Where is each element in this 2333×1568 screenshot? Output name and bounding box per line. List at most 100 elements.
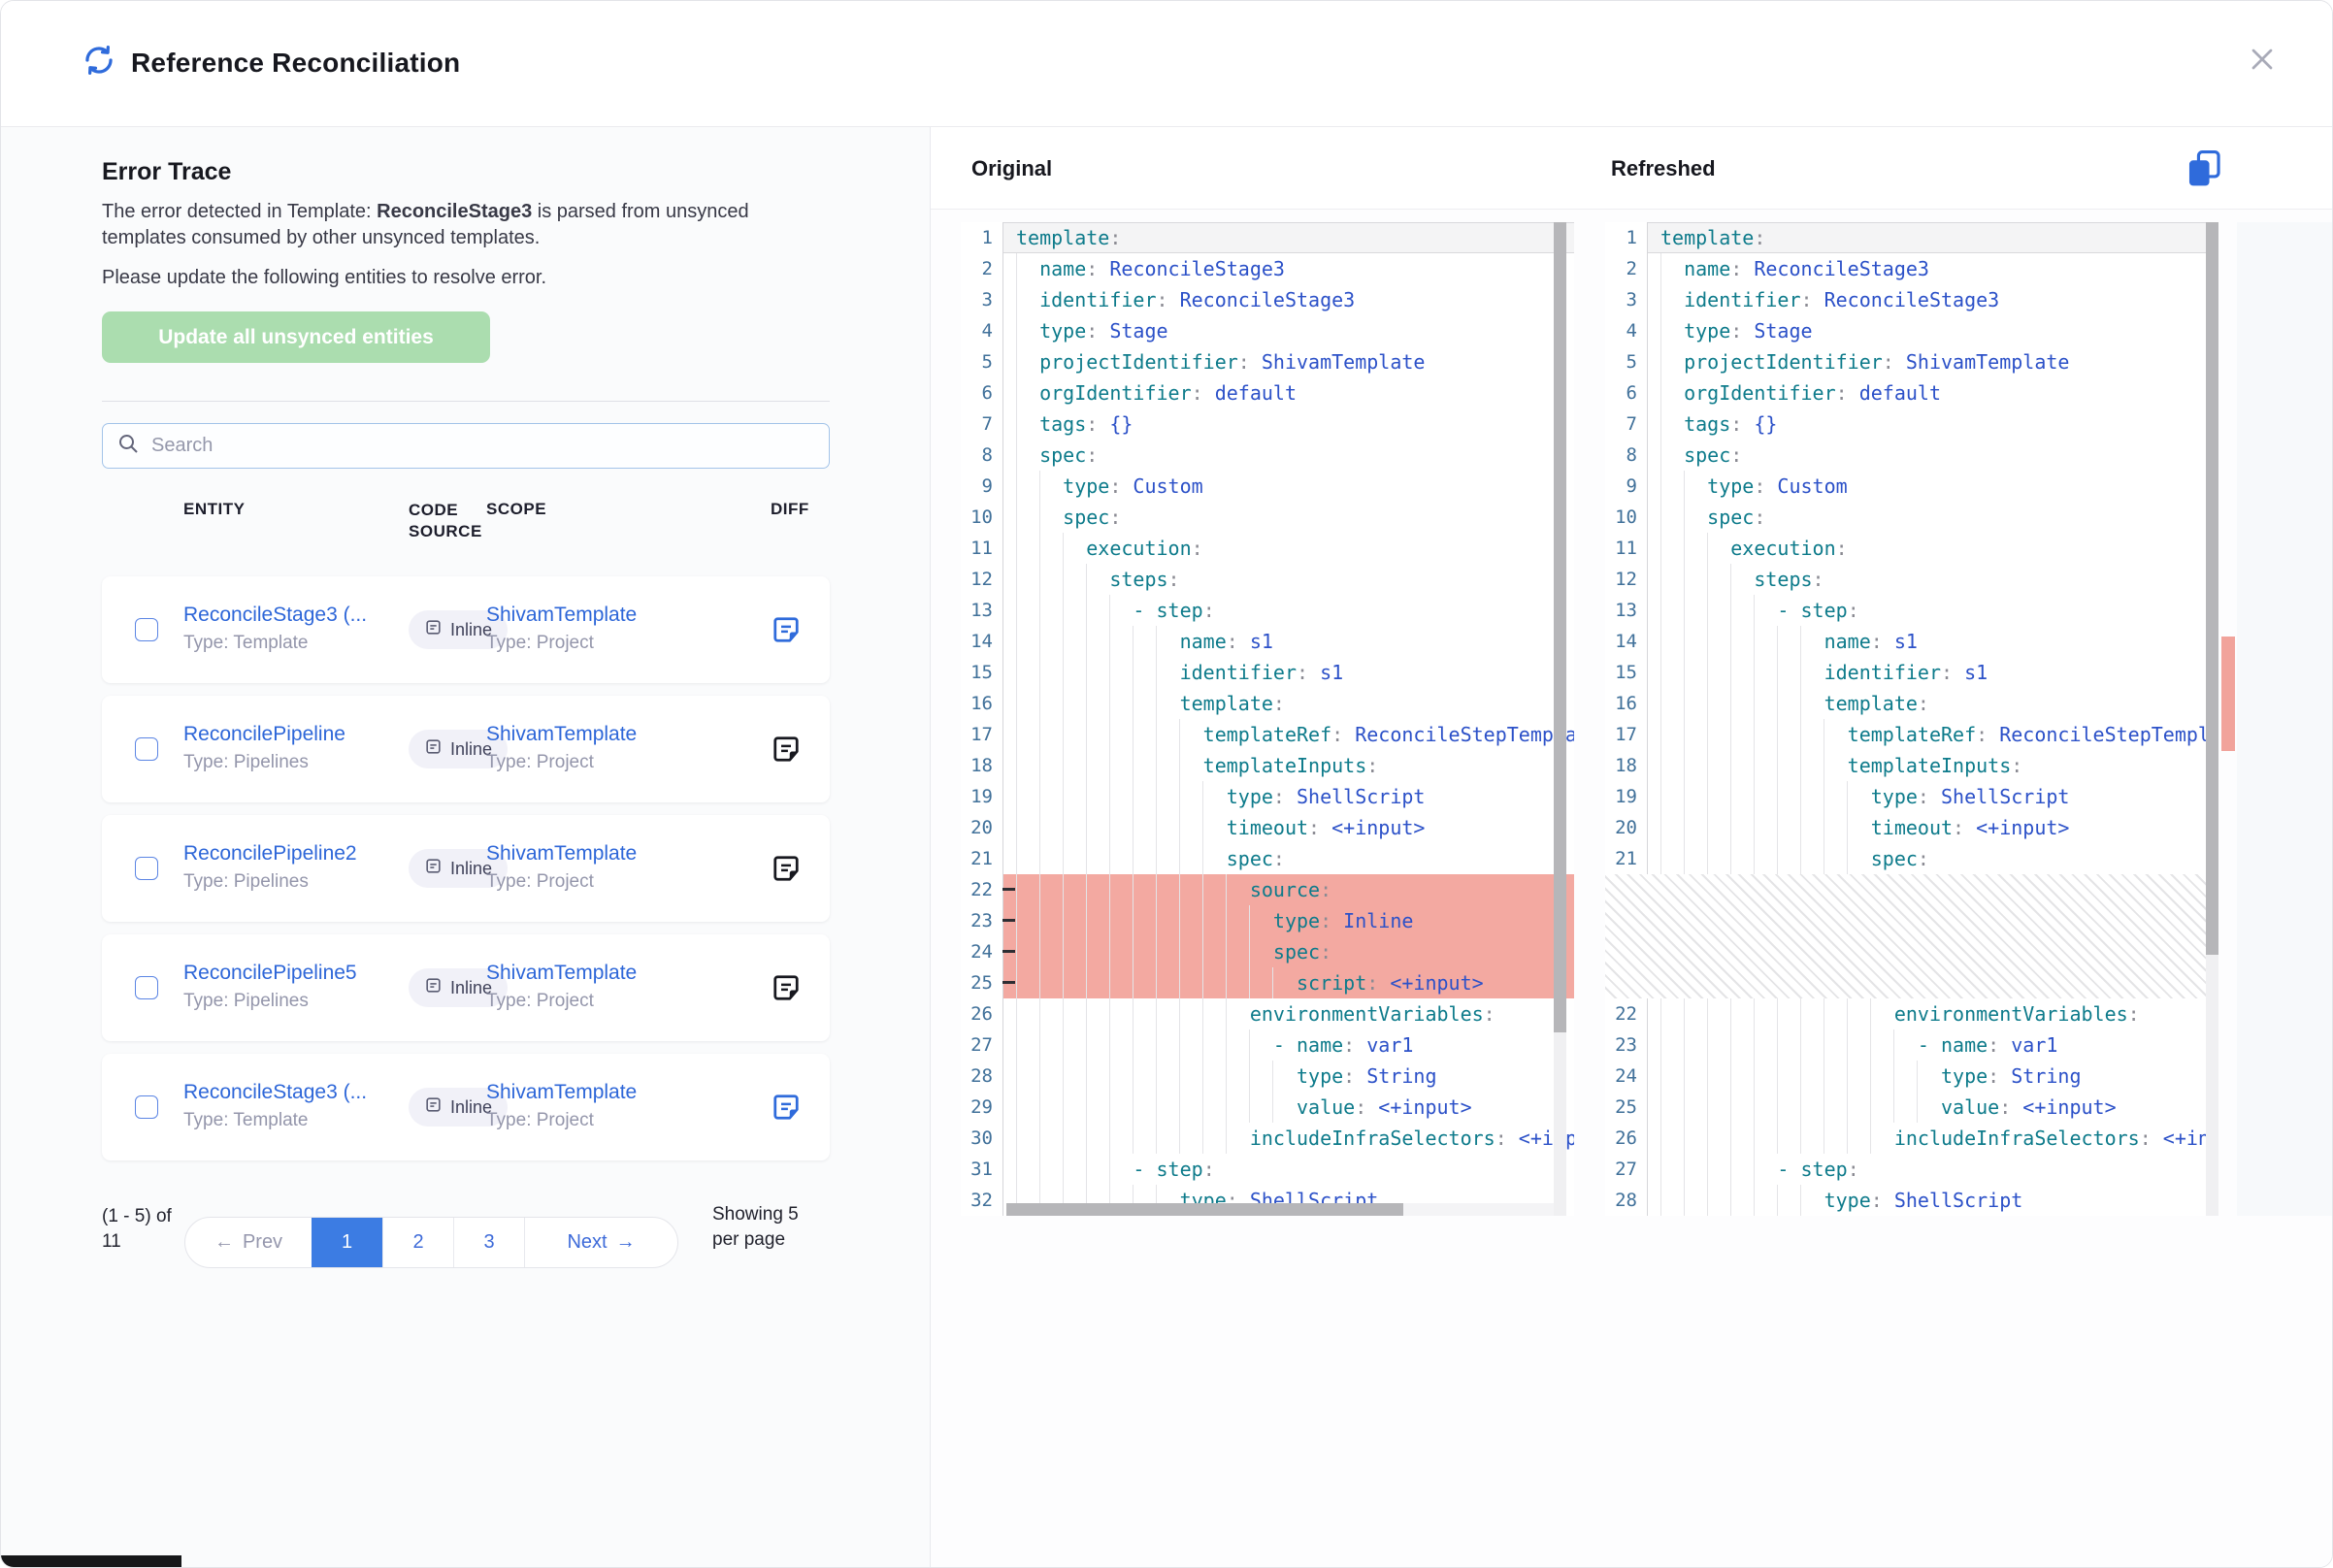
diff-header: Original Refreshed xyxy=(931,127,2333,210)
table-row: ReconcilePipeline5Type: PipelinesInlineS… xyxy=(102,934,830,1041)
code-line: 31 - step: xyxy=(961,1154,1574,1185)
update-all-button[interactable]: Update all unsynced entities xyxy=(102,311,490,363)
diff-icon[interactable] xyxy=(772,973,801,1002)
code-line: 18 templateInputs: xyxy=(961,750,1574,781)
removed-lines-gap xyxy=(1605,874,2218,998)
next-page-button[interactable]: Next→ xyxy=(524,1218,677,1267)
error-trace-description: The error detected in Template: Reconcil… xyxy=(102,199,781,251)
row-checkbox[interactable] xyxy=(135,1095,158,1119)
refreshed-code: 1template:2 name: ReconcileStage33 ident… xyxy=(1605,222,2218,1216)
code-line: 11 execution: xyxy=(1605,533,2218,564)
diff-position-marker xyxy=(2221,637,2235,751)
entity-link[interactable]: ReconcilePipeline5 xyxy=(183,962,402,985)
scope-link[interactable]: ShivamTemplate xyxy=(486,1081,719,1104)
diff-icon[interactable] xyxy=(772,735,801,764)
page-button-2[interactable]: 2 xyxy=(382,1218,453,1267)
search-icon xyxy=(116,432,140,460)
code-line: 10 spec: xyxy=(1605,502,2218,533)
code-line: 3 identifier: ReconcileStage3 xyxy=(961,284,1574,315)
prev-page-button[interactable]: ←Prev xyxy=(185,1218,312,1267)
showing-per-page: Showing 5 per page xyxy=(712,1202,805,1253)
scope-link[interactable]: ShivamTemplate xyxy=(486,604,719,627)
code-line: 23 - name: var1 xyxy=(1605,1029,2218,1061)
diff-area: Original Refreshed 1template:2 name: Rec… xyxy=(931,127,2333,1568)
original-panel-title: Original xyxy=(971,156,1052,181)
entity-type: Type: Pipelines xyxy=(183,752,402,773)
scope-link[interactable]: ShivamTemplate xyxy=(486,842,719,866)
page-buttons: 123 xyxy=(312,1218,524,1267)
code-line: 26 environmentVariables: xyxy=(961,998,1574,1029)
divider xyxy=(102,401,830,402)
code-line: 28 type: String xyxy=(961,1061,1574,1092)
code-line: 17 templateRef: ReconcileStepTemplate xyxy=(961,719,1574,750)
code-line: 13 - step: xyxy=(961,595,1574,626)
code-line: 1template: xyxy=(1605,222,2218,253)
close-icon[interactable] xyxy=(2245,42,2280,77)
reconcile-refresh-icon xyxy=(82,44,115,82)
inline-source-icon xyxy=(424,1095,443,1119)
column-scope: SCOPE xyxy=(486,500,546,519)
entity-link[interactable]: ReconcileStage3 (... xyxy=(183,1081,402,1104)
code-line: 24 type: String xyxy=(1605,1061,2218,1092)
entity-type: Type: Template xyxy=(183,1110,402,1131)
page-button-1[interactable]: 1 xyxy=(312,1218,382,1267)
code-line: 21 spec: xyxy=(1605,843,2218,874)
code-line: 28 type: ShellScript xyxy=(1605,1185,2218,1216)
arrow-left-icon: ← xyxy=(214,1231,234,1254)
refreshed-vertical-scrollbar[interactable] xyxy=(2206,222,2218,1216)
code-line: 25 script: <+input> xyxy=(961,967,1574,998)
pager: ←Prev 123 Next→ xyxy=(184,1217,678,1268)
code-line: 21 spec: xyxy=(961,843,1574,874)
scope-link[interactable]: ShivamTemplate xyxy=(486,723,719,746)
copy-icon[interactable] xyxy=(2185,148,2224,191)
error-trace-panel: Error Trace The error detected in Templa… xyxy=(1,127,931,1568)
table-row: ReconcileStage3 (...Type: TemplateInline… xyxy=(102,1054,830,1160)
code-line: 14 name: s1 xyxy=(961,626,1574,657)
code-line: 22 source: xyxy=(961,874,1574,905)
row-checkbox[interactable] xyxy=(135,618,158,641)
code-line: 4 type: Stage xyxy=(1605,315,2218,346)
scope-link[interactable]: ShivamTemplate xyxy=(486,962,719,985)
entity-type: Type: Pipelines xyxy=(183,991,402,1012)
scope-type: Type: Project xyxy=(486,871,719,893)
code-line: 20 timeout: <+input> xyxy=(1605,812,2218,843)
reference-reconciliation-dialog: Reference Reconciliation Error Trace The… xyxy=(0,0,2333,1568)
code-line: 14 name: s1 xyxy=(1605,626,2218,657)
entity-link[interactable]: ReconcileStage3 (... xyxy=(183,604,402,627)
scope-type: Type: Project xyxy=(486,752,719,773)
code-line: 27 - name: var1 xyxy=(961,1029,1574,1061)
diff-icon[interactable] xyxy=(772,615,801,644)
inline-source-icon xyxy=(424,618,443,641)
code-line: 15 identifier: s1 xyxy=(961,657,1574,688)
table-row: ReconcileStage3 (...Type: TemplateInline… xyxy=(102,576,830,683)
code-line: 19 type: ShellScript xyxy=(961,781,1574,812)
column-diff: DIFF xyxy=(771,500,809,519)
original-horizontal-scrollbar[interactable] xyxy=(1006,1203,1554,1216)
code-line: 24 spec: xyxy=(961,936,1574,967)
page-button-3[interactable]: 3 xyxy=(453,1218,524,1267)
entity-link[interactable]: ReconcilePipeline xyxy=(183,723,402,746)
diff-icon[interactable] xyxy=(772,1093,801,1122)
original-vertical-scrollbar[interactable] xyxy=(1554,222,1566,1216)
code-line: 20 timeout: <+input> xyxy=(961,812,1574,843)
row-checkbox[interactable] xyxy=(135,976,158,999)
inline-source-icon xyxy=(424,976,443,999)
row-checkbox[interactable] xyxy=(135,857,158,880)
code-line: 8 spec: xyxy=(1605,440,2218,471)
search-input[interactable] xyxy=(149,434,815,458)
scope-type: Type: Project xyxy=(486,991,719,1012)
row-checkbox[interactable] xyxy=(135,737,158,761)
dialog-header: Reference Reconciliation xyxy=(1,1,2333,127)
code-line: 25 value: <+input> xyxy=(1605,1092,2218,1123)
entity-link[interactable]: ReconcilePipeline2 xyxy=(183,842,402,866)
code-line: 6 orgIdentifier: default xyxy=(1605,377,2218,408)
code-line: 2 name: ReconcileStage3 xyxy=(961,253,1574,284)
panel-background-strip xyxy=(2237,222,2333,1216)
pagination-range: (1 - 5) of 11 xyxy=(102,1204,174,1255)
code-line: 9 type: Custom xyxy=(961,471,1574,502)
error-trace-instruction: Please update the following entities to … xyxy=(102,267,781,289)
diff-icon[interactable] xyxy=(772,854,801,883)
code-line: 2 name: ReconcileStage3 xyxy=(1605,253,2218,284)
code-line: 23 type: Inline xyxy=(961,905,1574,936)
entity-type: Type: Template xyxy=(183,633,402,654)
